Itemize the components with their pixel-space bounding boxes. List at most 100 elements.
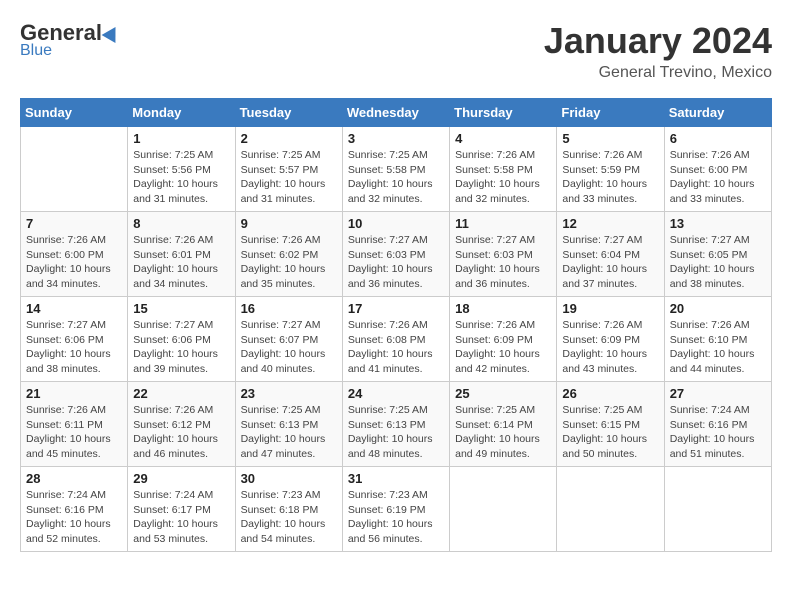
- calendar-cell: 2Sunrise: 7:25 AMSunset: 5:57 PMDaylight…: [235, 127, 342, 212]
- calendar-header-wednesday: Wednesday: [342, 99, 449, 127]
- calendar-week-row: 21 Sunrise: 7:26 AMSunset: 6:11 PMDayligh…: [21, 382, 772, 467]
- day-number: 1: [133, 131, 229, 146]
- calendar-cell: 19 Sunrise: 7:26 AMSunset: 6:09 PMDayligh…: [557, 297, 664, 382]
- day-number: 24: [348, 386, 444, 401]
- day-info: Sunrise: 7:26 AMSunset: 5:58 PMDaylight:…: [455, 148, 551, 207]
- day-info: Sunrise: 7:24 AMSunset: 6:17 PMDaylight:…: [133, 488, 229, 547]
- day-number: 20: [670, 301, 766, 316]
- calendar-cell: 17Sunrise: 7:26 AMSunset: 6:08 PMDayligh…: [342, 297, 449, 382]
- day-number: 18: [455, 301, 551, 316]
- calendar-cell: 4 Sunrise: 7:26 AMSunset: 5:58 PMDaylight…: [450, 127, 557, 212]
- calendar-cell: 5Sunrise: 7:26 AMSunset: 5:59 PMDaylight…: [557, 127, 664, 212]
- day-number: 7: [26, 216, 122, 231]
- calendar-cell: 28Sunrise: 7:24 AMSunset: 6:16 PMDayligh…: [21, 467, 128, 552]
- day-info: Sunrise: 7:27 AMSunset: 6:04 PMDaylight:…: [562, 233, 658, 292]
- day-number: 23: [241, 386, 337, 401]
- day-number: 16: [241, 301, 337, 316]
- calendar-header-friday: Friday: [557, 99, 664, 127]
- day-info: Sunrise: 7:27 AMSunset: 6:05 PMDaylight:…: [670, 233, 766, 292]
- day-info: Sunrise: 7:26 AMSunset: 6:08 PMDaylight:…: [348, 318, 444, 377]
- calendar-table: SundayMondayTuesdayWednesdayThursdayFrid…: [20, 98, 772, 552]
- calendar-header-row: SundayMondayTuesdayWednesdayThursdayFrid…: [21, 99, 772, 127]
- day-number: 26: [562, 386, 658, 401]
- day-info: Sunrise: 7:24 AMSunset: 6:16 PMDaylight:…: [26, 488, 122, 547]
- day-info: Sunrise: 7:25 AMSunset: 6:15 PMDaylight:…: [562, 403, 658, 462]
- day-info: Sunrise: 7:27 AMSunset: 6:06 PMDaylight:…: [133, 318, 229, 377]
- calendar-week-row: 28Sunrise: 7:24 AMSunset: 6:16 PMDayligh…: [21, 467, 772, 552]
- day-info: Sunrise: 7:26 AMSunset: 6:00 PMDaylight:…: [26, 233, 122, 292]
- calendar-cell: 18 Sunrise: 7:26 AMSunset: 6:09 PMDayligh…: [450, 297, 557, 382]
- location-title: General Trevino, Mexico: [544, 64, 772, 82]
- calendar-cell: 20Sunrise: 7:26 AMSunset: 6:10 PMDayligh…: [664, 297, 771, 382]
- day-info: Sunrise: 7:25 AMSunset: 6:13 PMDaylight:…: [348, 403, 444, 462]
- calendar-cell: 25 Sunrise: 7:25 AMSunset: 6:14 PMDayligh…: [450, 382, 557, 467]
- calendar-header-sunday: Sunday: [21, 99, 128, 127]
- calendar-cell: 12 Sunrise: 7:27 AMSunset: 6:04 PMDayligh…: [557, 212, 664, 297]
- day-info: Sunrise: 7:25 AMSunset: 5:56 PMDaylight:…: [133, 148, 229, 207]
- calendar-header-saturday: Saturday: [664, 99, 771, 127]
- calendar-cell: 30Sunrise: 7:23 AMSunset: 6:18 PMDayligh…: [235, 467, 342, 552]
- day-info: Sunrise: 7:26 AMSunset: 6:01 PMDaylight:…: [133, 233, 229, 292]
- calendar-cell: 23 Sunrise: 7:25 AMSunset: 6:13 PMDayligh…: [235, 382, 342, 467]
- calendar-cell: 1 Sunrise: 7:25 AMSunset: 5:56 PMDaylight…: [128, 127, 235, 212]
- day-info: Sunrise: 7:26 AMSunset: 6:12 PMDaylight:…: [133, 403, 229, 462]
- day-number: 19: [562, 301, 658, 316]
- day-info: Sunrise: 7:27 AMSunset: 6:03 PMDaylight:…: [348, 233, 444, 292]
- day-number: 2: [241, 131, 337, 146]
- calendar-cell: 21 Sunrise: 7:26 AMSunset: 6:11 PMDayligh…: [21, 382, 128, 467]
- day-info: Sunrise: 7:23 AMSunset: 6:18 PMDaylight:…: [241, 488, 337, 547]
- day-info: Sunrise: 7:26 AMSunset: 6:00 PMDaylight:…: [670, 148, 766, 207]
- calendar-cell: 13 Sunrise: 7:27 AMSunset: 6:05 PMDayligh…: [664, 212, 771, 297]
- day-info: Sunrise: 7:26 AMSunset: 6:09 PMDaylight:…: [455, 318, 551, 377]
- calendar-header-monday: Monday: [128, 99, 235, 127]
- month-title: January 2024: [544, 20, 772, 62]
- day-info: Sunrise: 7:25 AMSunset: 6:14 PMDaylight:…: [455, 403, 551, 462]
- day-info: Sunrise: 7:25 AMSunset: 6:13 PMDaylight:…: [241, 403, 337, 462]
- day-number: 9: [241, 216, 337, 231]
- calendar-cell: 9Sunrise: 7:26 AMSunset: 6:02 PMDaylight…: [235, 212, 342, 297]
- calendar-cell: 7 Sunrise: 7:26 AMSunset: 6:00 PMDaylight…: [21, 212, 128, 297]
- day-number: 6: [670, 131, 766, 146]
- day-info: Sunrise: 7:27 AMSunset: 6:07 PMDaylight:…: [241, 318, 337, 377]
- calendar-cell: 3 Sunrise: 7:25 AMSunset: 5:58 PMDaylight…: [342, 127, 449, 212]
- calendar-week-row: 14 Sunrise: 7:27 AMSunset: 6:06 PMDayligh…: [21, 297, 772, 382]
- day-info: Sunrise: 7:26 AMSunset: 6:11 PMDaylight:…: [26, 403, 122, 462]
- day-number: 3: [348, 131, 444, 146]
- day-number: 13: [670, 216, 766, 231]
- day-info: Sunrise: 7:24 AMSunset: 6:16 PMDaylight:…: [670, 403, 766, 462]
- calendar-cell: 11 Sunrise: 7:27 AMSunset: 6:03 PMDayligh…: [450, 212, 557, 297]
- calendar-cell: 8 Sunrise: 7:26 AMSunset: 6:01 PMDaylight…: [128, 212, 235, 297]
- day-number: 29: [133, 471, 229, 486]
- calendar-week-row: 1 Sunrise: 7:25 AMSunset: 5:56 PMDaylight…: [21, 127, 772, 212]
- day-number: 25: [455, 386, 551, 401]
- calendar-cell: 31 Sunrise: 7:23 AMSunset: 6:19 PMDayligh…: [342, 467, 449, 552]
- calendar-cell: 24 Sunrise: 7:25 AMSunset: 6:13 PMDayligh…: [342, 382, 449, 467]
- logo-blue-text: Blue: [20, 42, 52, 59]
- calendar-cell: 6 Sunrise: 7:26 AMSunset: 6:00 PMDaylight…: [664, 127, 771, 212]
- day-info: Sunrise: 7:25 AMSunset: 5:58 PMDaylight:…: [348, 148, 444, 207]
- day-number: 14: [26, 301, 122, 316]
- day-number: 15: [133, 301, 229, 316]
- logo-triangle-icon: [102, 23, 123, 43]
- day-info: Sunrise: 7:26 AMSunset: 5:59 PMDaylight:…: [562, 148, 658, 207]
- day-number: 22: [133, 386, 229, 401]
- day-info: Sunrise: 7:23 AMSunset: 6:19 PMDaylight:…: [348, 488, 444, 547]
- calendar-cell: [664, 467, 771, 552]
- title-section: January 2024 General Trevino, Mexico: [544, 20, 772, 82]
- calendar-cell: [21, 127, 128, 212]
- calendar-cell: [450, 467, 557, 552]
- day-number: 11: [455, 216, 551, 231]
- calendar-cell: 27 Sunrise: 7:24 AMSunset: 6:16 PMDayligh…: [664, 382, 771, 467]
- day-number: 12: [562, 216, 658, 231]
- day-number: 4: [455, 131, 551, 146]
- day-info: Sunrise: 7:26 AMSunset: 6:09 PMDaylight:…: [562, 318, 658, 377]
- day-number: 8: [133, 216, 229, 231]
- calendar-cell: 10Sunrise: 7:27 AMSunset: 6:03 PMDayligh…: [342, 212, 449, 297]
- day-info: Sunrise: 7:27 AMSunset: 6:03 PMDaylight:…: [455, 233, 551, 292]
- day-number: 31: [348, 471, 444, 486]
- day-number: 21: [26, 386, 122, 401]
- page-header: General Blue January 2024 General Trevin…: [20, 20, 772, 82]
- calendar-cell: 26 Sunrise: 7:25 AMSunset: 6:15 PMDayligh…: [557, 382, 664, 467]
- calendar-cell: 29 Sunrise: 7:24 AMSunset: 6:17 PMDayligh…: [128, 467, 235, 552]
- day-number: 27: [670, 386, 766, 401]
